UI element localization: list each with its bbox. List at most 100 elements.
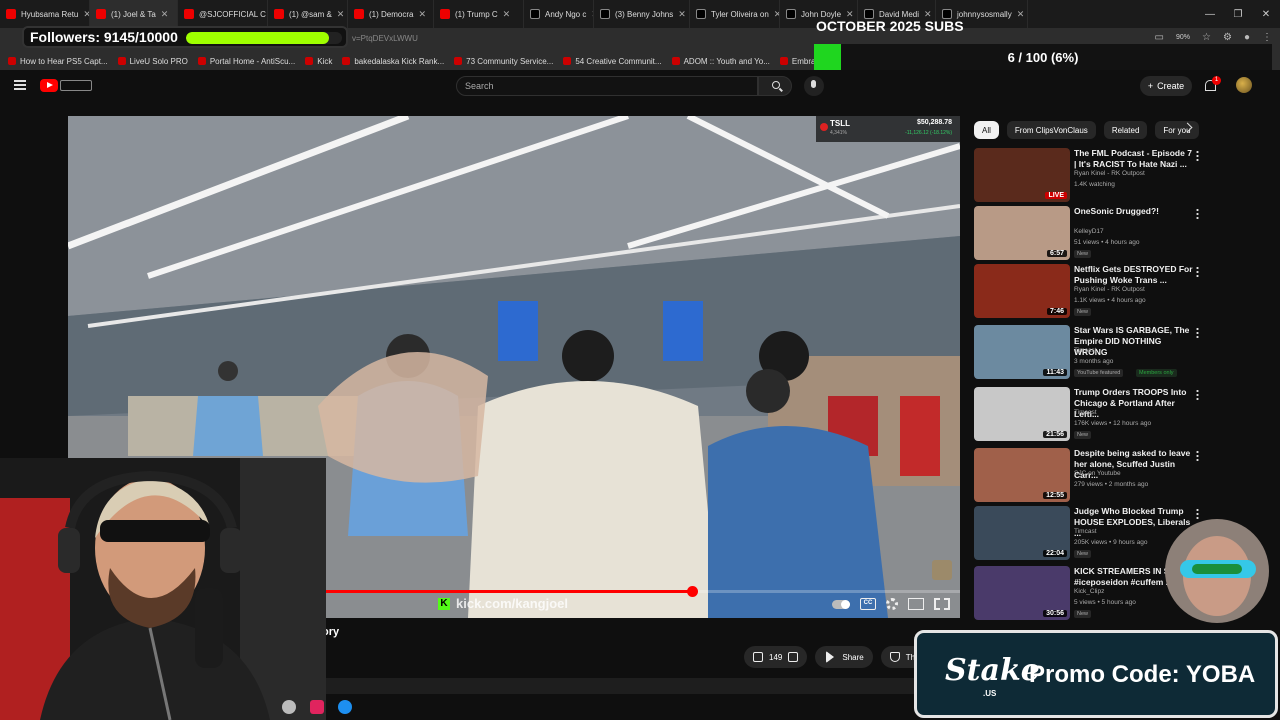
like-dislike-button[interactable]: 149: [744, 646, 808, 668]
video-title[interactable]: The FML Podcast - Episode 7 | It's RACIS…: [1074, 148, 1194, 170]
channel-name[interactable]: Timcast: [1074, 528, 1097, 535]
video-thumbnail[interactable]: LIVE: [974, 148, 1070, 202]
browser-tab[interactable]: (1) Joel & Ta ✕: [90, 0, 178, 28]
bookmark-favicon-icon: [117, 57, 126, 65]
youtube-logo-wordmark[interactable]: [60, 80, 92, 91]
recommendation-item[interactable]: 7:46 Netflix Gets DESTROYED For Pushing W…: [974, 264, 1272, 320]
recommendation-item[interactable]: LIVE The FML Podcast - Episode 7 | It's R…: [974, 148, 1272, 204]
video-duration: 7:46: [1046, 308, 1067, 315]
bookmark-star-icon[interactable]: ☆: [1202, 32, 1211, 43]
video-thumbnail[interactable]: 30:56: [974, 566, 1070, 620]
music-app-icon[interactable]: [310, 700, 324, 714]
voice-search-icon[interactable]: [804, 76, 824, 96]
video-title[interactable]: OneSonic Drugged?!: [1074, 206, 1194, 217]
settings-gear-icon[interactable]: [886, 598, 898, 610]
search-button[interactable]: [758, 76, 792, 96]
recommendation-item[interactable]: 11:43 Star Wars IS GARBAGE, The Empire DI…: [974, 325, 1272, 381]
tab-close-icon[interactable]: ✕: [418, 9, 426, 20]
video-thumbnail[interactable]: 22:04: [974, 506, 1070, 560]
browser-app-icon[interactable]: [338, 700, 352, 714]
dislike-icon[interactable]: [788, 652, 799, 662]
profile-icon[interactable]: ●: [1244, 32, 1250, 43]
notifications-bell-icon[interactable]: 1: [1204, 76, 1221, 91]
search-input[interactable]: Search: [456, 76, 758, 96]
captions-button[interactable]: CC: [860, 598, 876, 610]
bookmark-favicon-icon: [197, 57, 206, 65]
video-thumbnail[interactable]: 12:55: [974, 448, 1070, 502]
autoplay-toggle[interactable]: [832, 599, 850, 609]
minimize-icon[interactable]: —: [1196, 9, 1224, 20]
channel-watermark-avatar[interactable]: [932, 560, 952, 580]
tab-close-icon[interactable]: ✕: [503, 9, 511, 20]
cast-icon[interactable]: ▭: [1155, 32, 1164, 43]
channel-name[interactable]: Ryan Kinel - RK Outpost: [1074, 286, 1145, 293]
tab-close-icon[interactable]: ✕: [337, 9, 345, 20]
browser-tab[interactable]: Andy Ngo c✕: [524, 0, 594, 28]
account-avatar[interactable]: [1236, 77, 1252, 93]
channel-name[interactable]: Timcast: [1074, 347, 1097, 354]
browser-tab[interactable]: @SJCOFFICIAL C✕: [178, 0, 268, 28]
bookmark-item[interactable]: LiveU Solo PRO: [117, 57, 188, 66]
video-title[interactable]: Netflix Gets DESTROYED For Pushing Woke …: [1074, 264, 1194, 286]
tab-close-icon[interactable]: ✕: [161, 9, 169, 20]
restore-icon[interactable]: ❐: [1224, 9, 1252, 20]
video-meta: 1.1K views • 4 hours ago: [1074, 297, 1146, 304]
browser-menu-icon[interactable]: ⋮: [1262, 32, 1272, 43]
recommendation-item[interactable]: 6:57 OneSonic Drugged?! KelleyD17 51 views …: [974, 206, 1272, 262]
channel-name[interactable]: Timcast: [1074, 409, 1097, 416]
browser-tab[interactable]: Hyubsama Retu ✕: [0, 0, 90, 28]
more-options-icon[interactable]: [1196, 266, 1199, 277]
video-thumbnail[interactable]: 6:57: [974, 206, 1070, 260]
video-thumbnail[interactable]: 7:46: [974, 264, 1070, 318]
extension-icon[interactable]: ⚙: [1223, 32, 1232, 43]
bookmark-item[interactable]: bakedalaska Kick Rank...: [342, 57, 444, 66]
more-options-icon[interactable]: [1196, 150, 1199, 161]
more-options-icon[interactable]: [1196, 208, 1199, 219]
url-text[interactable]: v=PtqDEVxLWWU: [352, 34, 418, 43]
filter-chip[interactable]: From ClipsVonClaus: [1006, 121, 1096, 139]
video-badge: New: [1074, 550, 1092, 558]
filter-chip[interactable]: All: [974, 121, 999, 139]
tab-close-icon[interactable]: ✕: [83, 9, 89, 20]
channel-name[interactable]: Kick_Clipz: [1074, 588, 1104, 595]
recommendation-item[interactable]: 12:55 Despite being asked to leave her al…: [974, 448, 1272, 504]
more-options-icon[interactable]: [1196, 450, 1199, 461]
bookmark-item[interactable]: How to Hear PS5 Capt...: [8, 57, 108, 66]
hamburger-menu-icon[interactable]: [14, 80, 26, 90]
bookmark-item[interactable]: Portal Home - AntiScu...: [197, 57, 295, 66]
more-options-icon[interactable]: [1196, 389, 1199, 400]
browser-tab[interactable]: (1) Democra ✕: [348, 0, 434, 28]
video-thumbnail[interactable]: 21:56: [974, 387, 1070, 441]
share-button[interactable]: Share: [815, 646, 873, 668]
more-options-icon[interactable]: [1196, 327, 1199, 338]
fullscreen-icon[interactable]: [934, 598, 950, 610]
filter-chip[interactable]: For you: [1155, 121, 1199, 139]
video-badge: New: [1074, 250, 1092, 258]
browser-tab[interactable]: (1) @sam & ✕: [268, 0, 348, 28]
like-icon[interactable]: [753, 652, 763, 662]
channel-name[interactable]: SJC on Youtube: [1074, 470, 1121, 477]
filter-chip[interactable]: Related: [1103, 121, 1148, 139]
bookmark-favicon-icon: [8, 57, 16, 65]
video-thumbnail[interactable]: 11:43: [974, 325, 1070, 379]
close-window-icon[interactable]: ✕: [1252, 9, 1280, 20]
tab-close-icon[interactable]: ✕: [1017, 9, 1025, 20]
recommendation-item[interactable]: 21:56 Trump Orders TROOPS Into Chicago & …: [974, 387, 1272, 443]
bookmark-item[interactable]: 73 Community Service...: [454, 57, 553, 66]
tab-close-icon[interactable]: ✕: [678, 9, 686, 20]
channel-name[interactable]: Ryan Kinel - RK Outpost: [1074, 170, 1145, 177]
browser-tab[interactable]: Tyler Oliveira on✕: [690, 0, 780, 28]
bookmark-item[interactable]: 54 Creative Communit...: [563, 57, 662, 66]
like-count: 149: [769, 652, 783, 662]
subs-count: 6 / 100 (6%): [1007, 50, 1079, 65]
youtube-logo-icon[interactable]: [40, 79, 58, 92]
create-button[interactable]: + Create: [1140, 76, 1192, 96]
zoom-level[interactable]: 90%: [1176, 34, 1190, 41]
app-icon[interactable]: [282, 700, 296, 714]
browser-tab[interactable]: (1) Trump C ✕: [434, 0, 524, 28]
browser-tab[interactable]: (3) Benny Johns ✕: [594, 0, 690, 28]
theater-mode-icon[interactable]: [908, 598, 924, 610]
bookmark-item[interactable]: Kick: [305, 57, 332, 66]
bookmark-item[interactable]: ADOM :: Youth and Yo...: [671, 57, 770, 66]
channel-name[interactable]: KelleyD17: [1074, 228, 1104, 235]
